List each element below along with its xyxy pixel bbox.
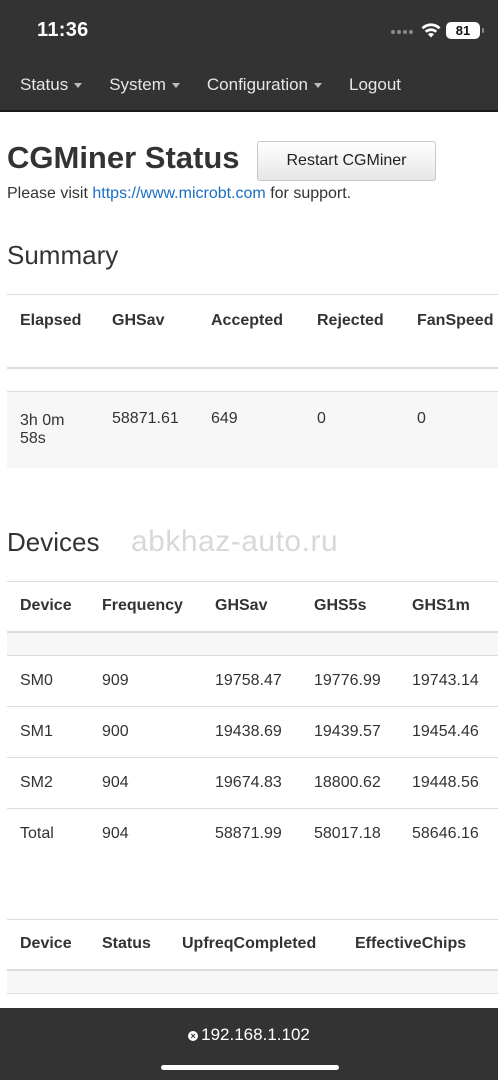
caret-down-icon [74, 82, 83, 88]
table-cell: SM2 [7, 757, 89, 809]
column-header: Frequency [89, 581, 202, 633]
table-cell: 19439.57 [301, 706, 399, 758]
support-suffix: for support. [265, 185, 352, 202]
nav-status-menu[interactable]: Status [20, 75, 83, 95]
table-row: SM0 909 19758.47 19776.99 19743.14 [7, 655, 498, 707]
table-cell: 900 [89, 706, 202, 758]
table-cell: 904 [89, 757, 202, 809]
ios-status-bar: 11:36 81 [0, 0, 498, 60]
cellular-signal-icon [391, 30, 415, 35]
table-cell: 58646.16 [399, 808, 498, 860]
devices-table: Device Frequency GHSav GHS5s GHS1m SM0 9… [7, 581, 498, 860]
summary-table: Elapsed GHSav Accepted Rejected FanSpeed… [7, 294, 498, 468]
nav-system-label: System [109, 75, 166, 94]
nav-logout-link[interactable]: Logout [349, 75, 401, 95]
column-header: UpfreqCompleted [169, 919, 342, 971]
clock-time: 11:36 [37, 19, 89, 41]
table-cell: 904 [89, 808, 202, 860]
table-cell: 19454.46 [399, 706, 498, 758]
table-cell: 58871.99 [202, 808, 301, 860]
nav-logout-label: Logout [349, 75, 402, 94]
top-navbar: Status System Configuration Logout [0, 60, 498, 112]
table-cell: Total [7, 808, 89, 860]
column-header: Status [89, 919, 169, 971]
browser-address-bar: × 192.168.1.102 [0, 1008, 498, 1080]
column-header: Elapsed [7, 294, 99, 369]
table-cell: 0 [304, 391, 404, 468]
nav-configuration-label: Configuration [206, 75, 309, 94]
table-cell: 909 [89, 655, 202, 707]
column-header: Device [7, 581, 89, 633]
table-row: SM2 904 19674.83 18800.62 19448.56 [7, 757, 498, 809]
column-header: Accepted [198, 294, 304, 369]
table-cell: SM1 [7, 706, 89, 758]
column-header: Device [7, 919, 89, 971]
spacer-row [7, 631, 498, 656]
column-header: GHS1m [399, 581, 498, 633]
table-cell: SM0 [7, 655, 89, 707]
column-header: GHSav [202, 581, 301, 633]
column-header: EffectiveChips [342, 919, 498, 971]
devices-header-row: Device Frequency GHSav GHS5s GHS1m [7, 581, 498, 633]
battery-icon: 81 [446, 22, 484, 39]
home-indicator [161, 1065, 339, 1070]
spacer-row [7, 368, 498, 392]
table-row: 3h 0m 58s 58871.61 649 0 0 [7, 391, 498, 468]
table-row: Total 904 58871.99 58017.18 58646.16 [7, 808, 498, 860]
nav-status-label: Status [20, 75, 69, 94]
table-cell: 3h 0m 58s [7, 391, 99, 468]
column-header: FanSpeed [404, 294, 498, 369]
table-cell: 19448.56 [399, 757, 498, 809]
restart-cgminer-button[interactable]: Restart CGMiner [257, 141, 436, 181]
spacer-row [7, 969, 498, 994]
nav-system-menu[interactable]: System [109, 75, 180, 95]
table-cell: 649 [198, 391, 304, 468]
table-cell: 19743.14 [399, 655, 498, 707]
url-display[interactable]: × 192.168.1.102 [0, 1025, 498, 1045]
support-text: Please visit https://www.microbt.com for… [7, 185, 351, 203]
nav-configuration-menu[interactable]: Configuration [206, 75, 323, 95]
page-title: CGMiner Status [7, 140, 240, 175]
table-cell: 58017.18 [301, 808, 399, 860]
table-cell: 19438.69 [202, 706, 301, 758]
support-link[interactable]: https://www.microbt.com [92, 185, 265, 202]
summary-heading: Summary [7, 240, 119, 270]
watermark: abkhaz-auto.ru [131, 525, 339, 558]
wifi-icon [421, 23, 441, 38]
column-header: GHSav [99, 294, 198, 369]
table-cell: 19674.83 [202, 757, 301, 809]
summary-header-row: Elapsed GHSav Accepted Rejected FanSpeed [7, 294, 498, 369]
url-text: 192.168.1.102 [201, 1025, 310, 1044]
table-row: SM1 900 19438.69 19439.57 19454.46 [7, 706, 498, 758]
devices-heading: Devices [7, 527, 100, 557]
device-status-header-row: Device Status UpfreqCompleted EffectiveC… [7, 919, 498, 971]
table-cell: 58871.61 [99, 391, 198, 468]
caret-down-icon [171, 82, 180, 88]
not-secure-icon: × [188, 1031, 199, 1041]
table-cell: 0 [404, 391, 498, 468]
table-cell: 19758.47 [202, 655, 301, 707]
column-header: GHS5s [301, 581, 399, 633]
table-cell: 19776.99 [301, 655, 399, 707]
support-prefix: Please visit [7, 185, 93, 202]
table-cell: 18800.62 [301, 757, 399, 809]
device-status-table: Device Status UpfreqCompleted EffectiveC… [7, 919, 498, 1014]
caret-down-icon [314, 82, 323, 88]
column-header: Rejected [304, 294, 404, 369]
